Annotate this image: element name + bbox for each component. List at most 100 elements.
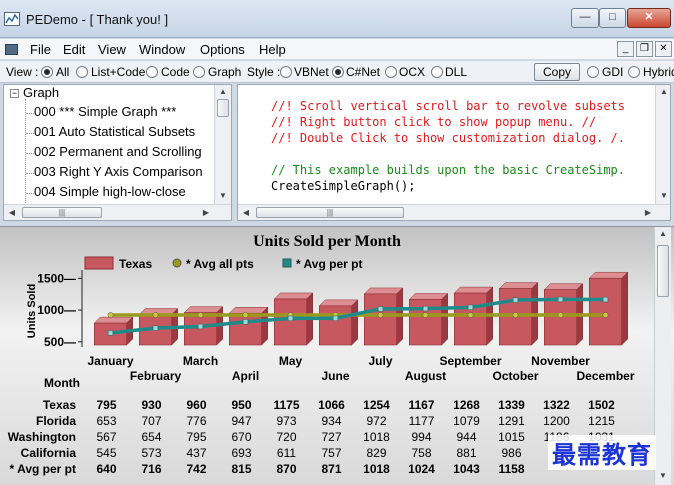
scroll-down-icon[interactable]: ▼ (215, 191, 231, 200)
style-csharp-radio[interactable] (332, 66, 344, 78)
avg-all-pts-point (467, 312, 474, 318)
scroll-up-icon[interactable]: ▲ (656, 87, 670, 96)
tree-root[interactable]: − Graph (10, 85, 59, 100)
tree-item[interactable]: 003 Right Y Axis Comparison (26, 164, 203, 179)
avg-all-pts-point (557, 312, 564, 318)
table-cell: 776 (186, 414, 206, 428)
minimize-button[interactable]: — (571, 8, 599, 28)
bar (363, 293, 397, 346)
scroll-up-icon[interactable]: ▲ (215, 87, 231, 96)
style-csharp-label[interactable]: C#Net (346, 65, 380, 79)
tree-item[interactable]: 002 Permanent and Scrolling (26, 144, 202, 159)
title-bar: PEDemo - [ Thank you! ] — □ ✕ (0, 0, 674, 38)
table-cell: 1200 (543, 414, 570, 428)
legend-label: * Avg all pts (186, 257, 254, 271)
app-icon (4, 12, 20, 26)
bar (318, 305, 352, 346)
collapse-icon[interactable]: − (10, 89, 19, 98)
scroll-down-icon[interactable]: ▼ (656, 191, 670, 200)
code-vertical-scrollbar[interactable]: ▲ ▼ (655, 85, 670, 204)
bar-top (318, 299, 359, 307)
render-gdi-label[interactable]: GDI (602, 65, 623, 79)
x-tick-label: November (531, 354, 590, 368)
style-vbnet-label[interactable]: VBNet (294, 65, 329, 79)
document-icon[interactable] (5, 44, 18, 55)
avg-per-pt-point (512, 297, 519, 303)
view-graph-radio[interactable] (193, 66, 205, 78)
render-gdi-radio[interactable] (587, 66, 599, 78)
scroll-up-icon[interactable]: ▲ (655, 229, 671, 238)
scroll-right-icon[interactable]: ▶ (198, 208, 214, 217)
avg-per-pt-point (242, 319, 249, 325)
table-cell: 795 (96, 398, 116, 412)
render-hybrid-radio[interactable] (628, 66, 640, 78)
scroll-down-icon[interactable]: ▼ (655, 471, 671, 480)
menu-file[interactable]: File (26, 41, 55, 58)
menu-options[interactable]: Options (196, 41, 249, 58)
tree-vertical-scrollbar[interactable]: ▲ ▼ (214, 85, 231, 204)
menu-edit[interactable]: Edit (59, 41, 89, 58)
bar-top (363, 287, 404, 295)
menu-bar: File Edit View Window Options Help _ ❐ ✕ (0, 39, 674, 60)
x-tick-label: October (492, 369, 538, 383)
table-cell: 707 (141, 414, 161, 428)
tree-item[interactable]: 004 Simple high-low-close (26, 184, 186, 199)
bar-top (588, 271, 629, 279)
maximize-button[interactable]: □ (599, 8, 626, 28)
avg-per-pt-point (602, 296, 609, 303)
menu-help[interactable]: Help (255, 41, 290, 58)
view-all-radio[interactable] (41, 66, 53, 78)
tree-item[interactable]: 000 *** Simple Graph *** (25, 104, 176, 119)
style-label: Style : (247, 65, 281, 79)
table-cell: 1024 (408, 462, 435, 476)
scroll-left-icon[interactable]: ◀ (238, 208, 254, 217)
bar-top (453, 286, 494, 294)
table-cell: 1167 (408, 398, 434, 412)
tree-scroll-thumb[interactable] (217, 99, 229, 117)
tree-hscroll-thumb[interactable]: ||| (22, 207, 102, 218)
view-code-label[interactable]: Code (161, 65, 190, 79)
mdi-restore-button[interactable]: ❐ (636, 41, 653, 57)
table-cell: 829 (366, 446, 386, 460)
style-ocx-label[interactable]: OCX (399, 65, 425, 79)
x-tick-label: April (232, 369, 259, 383)
tree-root-label[interactable]: Graph (23, 85, 59, 100)
style-vbnet-radio[interactable] (280, 66, 292, 78)
menu-window[interactable]: Window (135, 41, 189, 58)
style-dll-label[interactable]: DLL (445, 65, 467, 79)
view-all-label[interactable]: All (56, 65, 69, 79)
table-cell: 611 (277, 446, 296, 460)
render-hybrid-label[interactable]: Hybrid (643, 65, 674, 79)
chart-scroll-thumb[interactable] (657, 245, 669, 297)
x-tick-label: September (439, 354, 501, 368)
tree-item[interactable]: 001 Auto Statistical Subsets (25, 124, 195, 139)
style-ocx-radio[interactable] (385, 66, 397, 78)
table-cell: 986 (501, 446, 521, 460)
table-cell: 757 (321, 446, 341, 460)
chart-vertical-scrollbar[interactable]: ▲ ▼ (654, 227, 671, 485)
code-horizontal-scrollbar[interactable]: ◀ ||| ▶ (238, 204, 670, 220)
y-axis-label: Units Sold (26, 284, 38, 338)
menu-view[interactable]: View (94, 41, 130, 58)
table-cell: 573 (141, 446, 161, 460)
mdi-close-button[interactable]: ✕ (655, 41, 672, 57)
close-button[interactable]: ✕ (627, 8, 671, 28)
view-graph-label[interactable]: Graph (208, 65, 241, 79)
table-cell: 1322 (543, 398, 570, 412)
copy-button[interactable]: Copy (534, 63, 580, 81)
code-hscroll-thumb[interactable]: ||| (256, 207, 404, 218)
bar-top (498, 282, 539, 289)
view-code-radio[interactable] (146, 66, 158, 78)
x-tick-label: December (576, 369, 634, 383)
style-dll-radio[interactable] (431, 66, 443, 78)
scroll-right-icon[interactable]: ▶ (640, 208, 656, 217)
window-title: PEDemo - [ Thank you! ] (26, 12, 169, 27)
tree-horizontal-scrollbar[interactable]: ◀ ||| ▶ (4, 204, 231, 220)
scroll-left-icon[interactable]: ◀ (4, 208, 20, 217)
view-listcode-label[interactable]: List+Code (91, 65, 145, 79)
view-listcode-radio[interactable] (76, 66, 88, 78)
legend-label: Texas (119, 257, 152, 271)
table-cell: 437 (186, 446, 206, 460)
mdi-minimize-button[interactable]: _ (617, 41, 634, 57)
x-tick-label: June (321, 369, 349, 383)
